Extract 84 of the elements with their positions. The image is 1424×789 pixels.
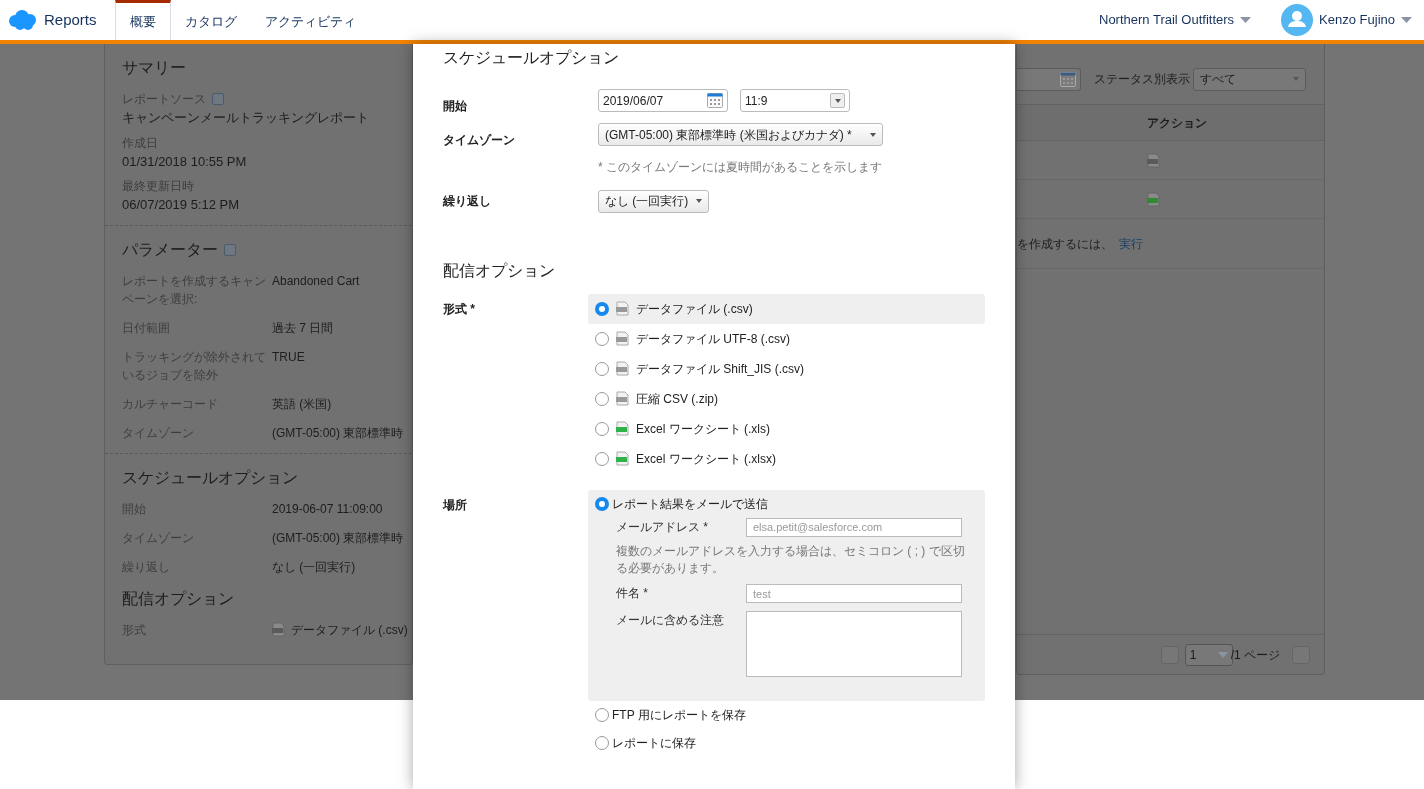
timezone-select[interactable]: (GMT-05:00) 東部標準時 (米国およびカナダ) * — [598, 123, 883, 147]
radio-button[interactable] — [595, 331, 609, 346]
spreadsheet-file-icon — [616, 421, 629, 437]
format-option[interactable]: Excel ワークシート (.xls) — [588, 413, 985, 444]
empty-message: を作成するには、 — [1017, 235, 1113, 253]
radio-button[interactable] — [595, 301, 609, 316]
status-select[interactable]: すべて — [1193, 67, 1306, 91]
org-switcher[interactable]: Northern Trail Outfitters — [1099, 10, 1264, 30]
download-button[interactable] — [1147, 191, 1160, 207]
field-value: Abandoned Cart — [272, 272, 360, 290]
notes-field[interactable] — [746, 611, 962, 678]
field-value: (GMT-05:00) 東部標準時 — [272, 529, 404, 547]
spreadsheet-file-icon — [616, 451, 629, 467]
avatar-icon — [1281, 4, 1314, 36]
section-title: サマリー — [122, 58, 187, 78]
form-label: メールに含める注意 — [616, 612, 725, 630]
field-value: 過去 7 日間 — [272, 319, 334, 337]
filter-label: ステータス別表示 — [1094, 71, 1190, 88]
field-value: データファイル (.csv) — [291, 621, 408, 639]
form-label: メールアドレス * — [616, 518, 709, 536]
format-option[interactable]: データファイル Shift_JIS (.csv) — [588, 353, 985, 384]
field-value: (GMT-05:00) 東部標準時 — [272, 424, 404, 442]
field-value: なし (一回実行) — [272, 558, 356, 576]
radio-button[interactable] — [595, 496, 609, 511]
field-value: 2019-06-07 11:09:00 — [272, 500, 383, 518]
app-name: Reports — [44, 9, 97, 30]
location-option[interactable]: レポートに保存 — [588, 729, 985, 758]
radio-button[interactable] — [595, 736, 609, 751]
form-label: 繰り返し — [443, 193, 492, 211]
file-icon — [272, 622, 285, 637]
time-select[interactable]: 11:9 — [740, 89, 850, 113]
location-option[interactable]: FTP 用にレポートを保存 — [588, 701, 985, 730]
nav-tab[interactable]: 概要 — [114, 0, 171, 40]
form-label: 件名 * — [616, 585, 649, 603]
field-value: 英語 (米国) — [272, 395, 332, 413]
date-filter-field[interactable] — [1017, 67, 1081, 91]
caret-icon — [1240, 17, 1252, 23]
radio-button[interactable] — [595, 451, 609, 466]
selected-option[interactable]: データファイル (.csv) — [588, 293, 985, 324]
form-label: 開始 — [443, 98, 468, 116]
file-icon — [616, 301, 629, 317]
user-menu[interactable]: Kenzo Fujino — [1263, 0, 1424, 40]
calendar-icon — [1060, 71, 1076, 87]
nav-tab[interactable]: アクティビティ — [250, 0, 370, 40]
help-icon[interactable] — [212, 93, 224, 105]
file-icon — [616, 361, 629, 377]
cloud-logo-icon — [6, 9, 38, 31]
format-option[interactable]: データファイル UTF-8 (.csv) — [588, 323, 985, 354]
format-option[interactable]: Excel ワークシート (.xlsx) — [588, 443, 985, 474]
location-option[interactable]: レポート結果をメールで送信 — [588, 489, 985, 518]
section-title: スケジュールオプション — [122, 467, 298, 488]
page-total: /1 ページ — [1230, 646, 1280, 664]
section-title: パラメーター — [122, 239, 218, 260]
input-field[interactable]: elsa.petit@salesforce.com — [746, 517, 962, 537]
field-value: TRUE — [272, 348, 305, 366]
date-field[interactable]: 2019/06/07 — [598, 89, 728, 113]
file-icon — [1147, 152, 1160, 168]
radio-button[interactable] — [595, 361, 609, 376]
spreadsheet-file-icon — [1147, 191, 1160, 207]
nav-tab[interactable]: カタログ — [170, 0, 251, 40]
radio-button[interactable] — [595, 421, 609, 436]
calendar-icon — [707, 93, 723, 109]
email-hint: 複数のメールアドレスを入力する場合は、セミコロン ( ; ) で区切る必要があります。 — [616, 542, 966, 577]
caret-icon — [1401, 17, 1412, 23]
file-icon — [616, 391, 629, 407]
radio-button[interactable] — [595, 391, 609, 406]
input-field[interactable]: test — [746, 584, 962, 604]
column-header: アクション — [1146, 114, 1207, 132]
dialog-section-title: 配信オプション — [443, 260, 556, 280]
form-label: タイムゾーン — [443, 132, 516, 150]
form-label: 場所 — [443, 496, 468, 514]
form-label: 形式 * — [443, 300, 476, 318]
section-title: 配信オプション — [122, 588, 235, 609]
help-icon[interactable] — [224, 243, 236, 256]
download-button[interactable] — [1147, 152, 1160, 168]
field-value: キャンペーンメールトラッキングレポート — [122, 109, 370, 127]
field-value: 01/31/2018 10:55 PM — [122, 152, 248, 171]
format-option[interactable]: 圧縮 CSV (.zip) — [588, 383, 985, 414]
dialog-section-title: スケジュールオプション — [443, 48, 620, 68]
field-value: 06/07/2019 5:12 PM — [122, 196, 241, 214]
repeat-select[interactable]: なし (一回実行) — [598, 189, 710, 213]
radio-button[interactable] — [595, 708, 609, 723]
file-icon — [616, 331, 629, 347]
timezone-note: * このタイムゾーンには夏時間があることを示します — [598, 159, 883, 177]
